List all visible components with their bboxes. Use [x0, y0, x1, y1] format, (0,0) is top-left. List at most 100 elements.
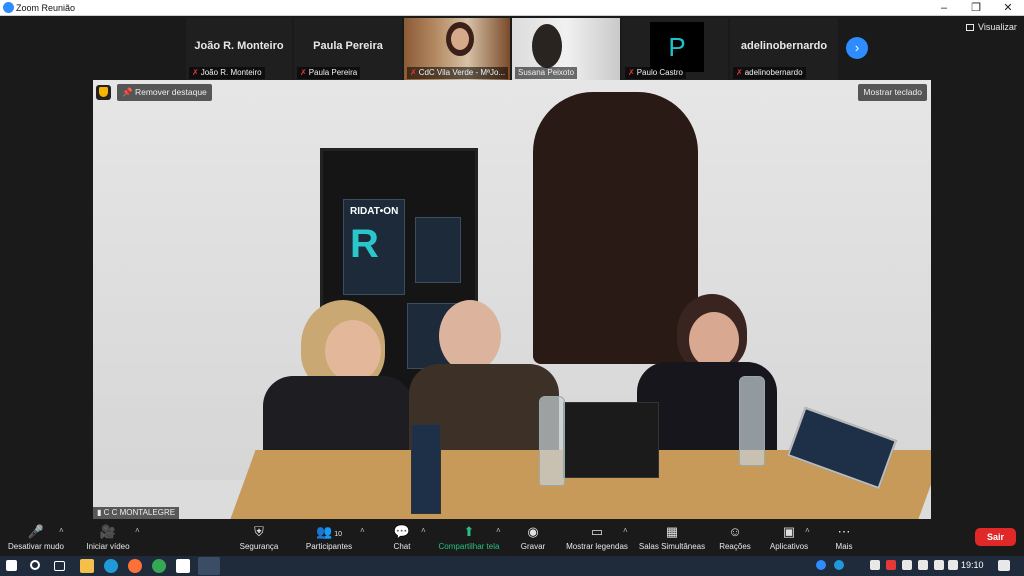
windows-start-icon[interactable]	[6, 560, 17, 571]
restore-icon[interactable]: ❐	[960, 0, 992, 16]
poster-title: RIDAT•ON	[350, 206, 399, 217]
speaker-name: C C MONTALEGRE	[103, 508, 176, 517]
share-screen-icon: ⬆	[463, 524, 475, 539]
minimize-icon[interactable]: –	[928, 0, 960, 16]
firefox-icon[interactable]	[128, 559, 142, 573]
chevron-up-icon[interactable]: ˄	[59, 526, 64, 535]
chat-button[interactable]: 💬 Chat	[384, 520, 420, 556]
more-label: Mais	[835, 542, 853, 551]
participant-name: João R. Monteiro	[194, 40, 284, 52]
water-bottle	[739, 376, 765, 466]
clipboard-icon[interactable]	[870, 560, 880, 570]
view-label: Visualizar	[978, 22, 1017, 32]
close-icon[interactable]: ✕	[992, 0, 1024, 16]
participant-label: ✗ João R. Monteiro	[189, 67, 265, 79]
app-tray-icon[interactable]	[902, 560, 912, 570]
participant-video-tile[interactable]: Susana Peixoto	[512, 18, 620, 80]
laptop	[563, 402, 659, 478]
chevron-up-icon[interactable]: ˄	[496, 526, 501, 535]
muted-mic-icon: ✗	[736, 68, 743, 77]
breakout-rooms-button[interactable]: ▦ Salas Simultâneas	[638, 520, 706, 556]
battery-icon[interactable]	[918, 560, 928, 570]
breakout-rooms-label: Salas Simultâneas	[638, 542, 706, 551]
network-icon[interactable]	[934, 560, 944, 570]
start-video-button[interactable]: 🎥 Iniciar vídeo	[80, 520, 136, 556]
more-icon: ⋯	[837, 524, 851, 539]
captions-label: Mostrar legendas	[566, 542, 628, 551]
captions-button[interactable]: ▭ Mostrar legendas	[563, 520, 631, 556]
participant-name: adelinobernardo	[740, 40, 828, 52]
participants-button[interactable]: 👥 10 Participantes	[300, 520, 358, 556]
windows-taskbar: 19:10	[0, 556, 1024, 576]
participant-label-text: adelinobernardo	[744, 68, 803, 77]
chat-icon: 💬	[393, 524, 411, 539]
window-title: Zoom Reunião	[16, 3, 76, 13]
participant-tile[interactable]: João R. Monteiro ✗ João R. Monteiro	[186, 18, 292, 80]
breakout-rooms-icon: ▦	[665, 524, 679, 539]
muted-mic-icon: ✗	[192, 68, 199, 77]
chevron-up-icon[interactable]: ˄	[135, 526, 140, 535]
notifications-icon[interactable]	[998, 560, 1010, 571]
participant-hair	[532, 24, 562, 68]
app-icon[interactable]	[176, 559, 190, 573]
muted-mic-icon: ✗	[300, 68, 307, 77]
chrome-icon[interactable]	[152, 559, 166, 573]
hanging-coat	[533, 92, 698, 364]
participant-label: ✗ Paula Pereira	[297, 67, 361, 79]
chevron-up-icon[interactable]: ˄	[360, 526, 365, 535]
mute-label: Desativar mudo	[7, 542, 65, 551]
volume-icon[interactable]	[948, 560, 958, 570]
participant-label-text: João R. Monteiro	[200, 68, 262, 77]
edge-icon[interactable]	[104, 559, 118, 573]
taskbar-clock[interactable]: 19:10	[961, 560, 984, 570]
security-tray-icon[interactable]	[886, 560, 896, 570]
participant-face	[451, 28, 469, 50]
participant-label-text: Susana Peixoto	[518, 68, 575, 77]
show-keyboard-button[interactable]: Mostrar teclado	[858, 84, 927, 101]
signal-icon: ▮	[97, 508, 102, 517]
start-video-label: Iniciar vídeo	[86, 542, 130, 551]
participant-tile[interactable]: adelinobernardo ✗ adelinobernardo	[730, 18, 838, 80]
next-page-icon[interactable]: ›	[846, 37, 868, 59]
zoom-taskbar-icon[interactable]	[198, 557, 220, 575]
meeting-stage: João R. Monteiro ✗ João R. Monteiro Paula…	[0, 16, 1024, 520]
shield-icon: ⛨	[254, 524, 264, 539]
participant-tile[interactable]: P ✗ Paulo Castro	[622, 18, 728, 80]
security-shield-icon[interactable]	[96, 85, 111, 100]
participant-label: ✗ Paulo Castro	[625, 67, 686, 79]
leave-button[interactable]: Sair	[975, 528, 1016, 546]
apps-label: Aplicativos	[769, 542, 809, 551]
reactions-icon: ☺	[728, 524, 742, 539]
security-button[interactable]: ⛨ Segurança	[234, 520, 284, 556]
grid-view-icon	[966, 24, 974, 31]
search-icon[interactable]	[30, 560, 40, 570]
water-bottle	[539, 396, 565, 486]
help-icon[interactable]	[834, 560, 844, 570]
participant-name: Paula Pereira	[313, 40, 383, 52]
record-button[interactable]: ◉ Gravar	[516, 520, 550, 556]
task-view-icon[interactable]	[54, 561, 65, 571]
participant-label-text: CdC Vila Verde - MªJo...	[418, 68, 506, 77]
remove-spotlight-button[interactable]: 📌 Remover destaque	[117, 84, 212, 101]
more-button[interactable]: ⋯ Mais	[830, 520, 858, 556]
remove-spotlight-label: Remover destaque	[134, 87, 207, 97]
file-explorer-icon[interactable]	[80, 559, 94, 573]
share-screen-button[interactable]: ⬆ Compartilhar tela	[436, 520, 502, 556]
zoom-tray-icon[interactable]	[816, 560, 826, 570]
record-label: Gravar	[520, 542, 546, 551]
view-button[interactable]: Visualizar	[966, 22, 1017, 32]
reactions-button[interactable]: ☺ Reações	[716, 520, 754, 556]
participant-tile[interactable]: Paula Pereira ✗ Paula Pereira	[294, 18, 402, 80]
chevron-up-icon[interactable]: ˄	[805, 526, 810, 535]
participant-label: ✗ adelinobernardo	[733, 67, 806, 79]
muted-mic-icon: ✗	[628, 68, 635, 77]
participant-avatar: P	[650, 22, 704, 72]
chevron-up-icon[interactable]: ˄	[421, 526, 426, 535]
tablet-device	[411, 424, 441, 514]
chevron-up-icon[interactable]: ˄	[623, 526, 628, 535]
poster	[415, 217, 461, 283]
spotlight-video[interactable]: RIDAT•ON R 📌 Remover destaque Mostrar te…	[93, 80, 931, 519]
security-label: Segurança	[239, 542, 279, 551]
participants-label: Participantes	[305, 542, 353, 551]
participant-video-tile[interactable]: ✗ CdC Vila Verde - MªJo...	[404, 18, 510, 80]
